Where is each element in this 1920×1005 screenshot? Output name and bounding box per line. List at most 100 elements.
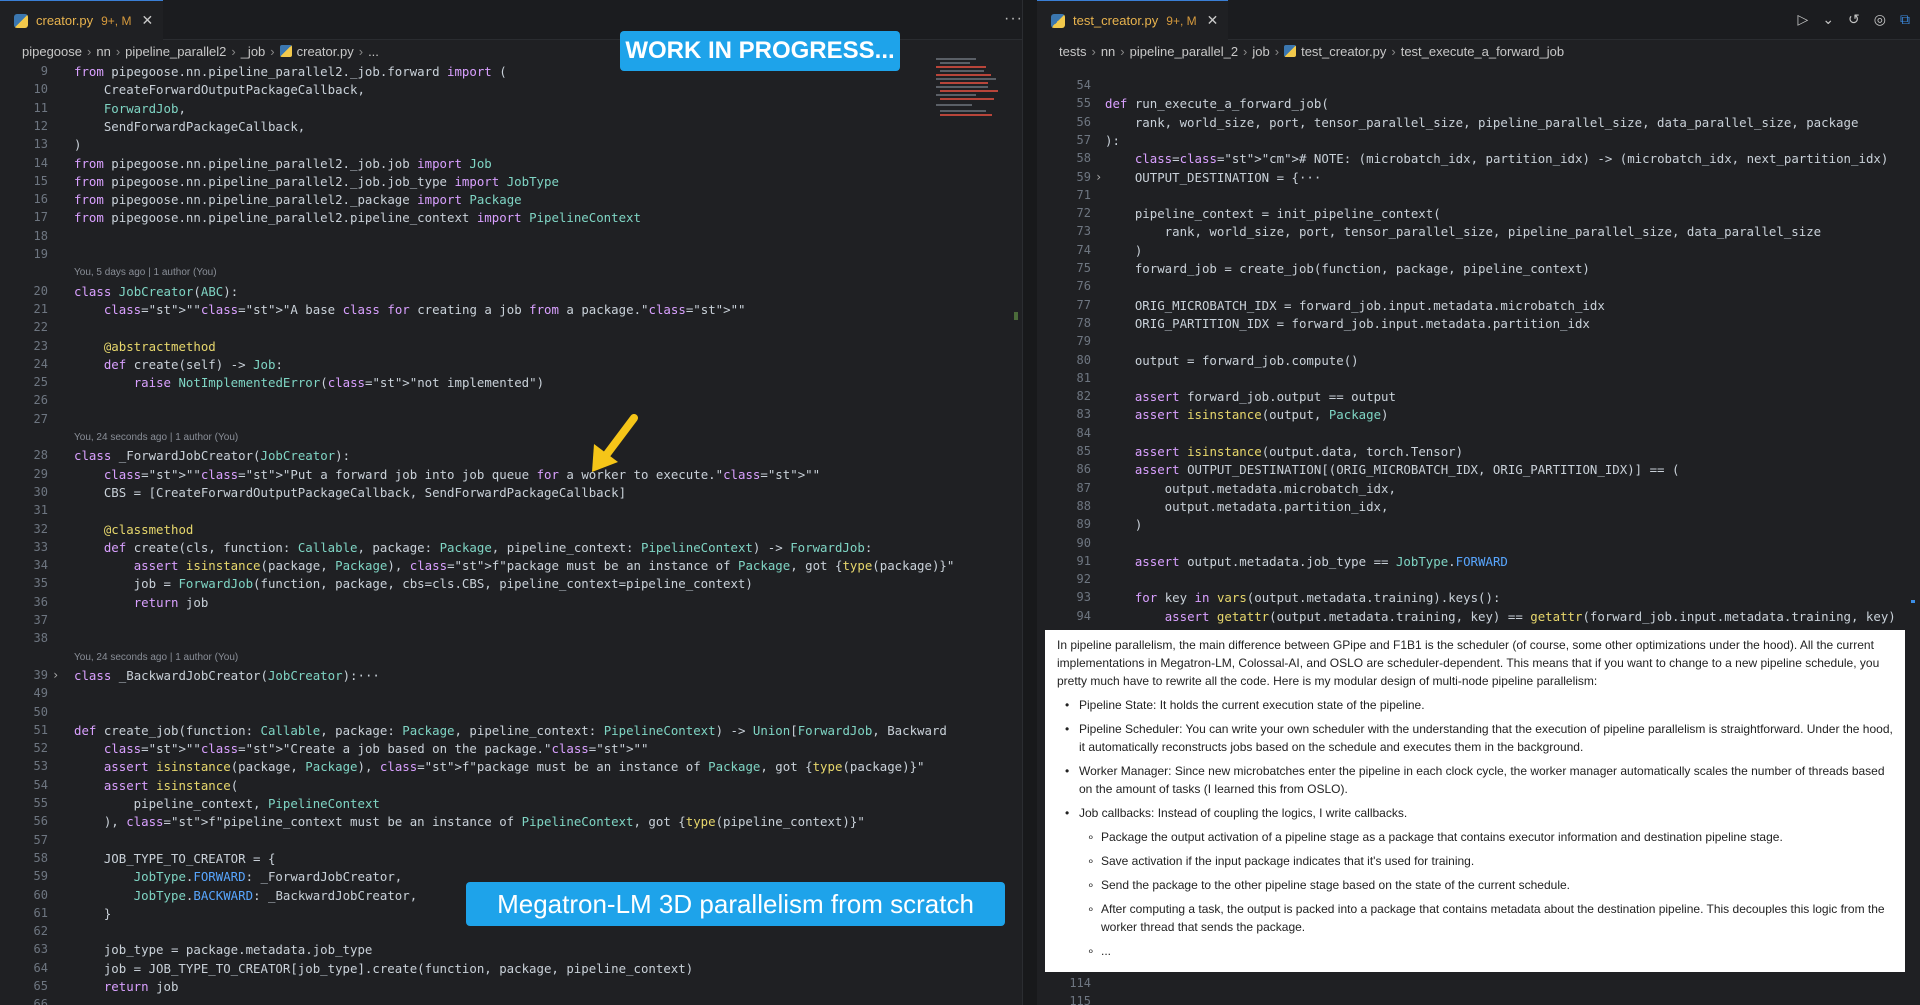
scroll-marker: [1911, 600, 1915, 603]
code-line: @classmethod: [103, 521, 194, 537]
line-number: 79: [1076, 334, 1091, 349]
code-line: ): [1105, 517, 1143, 533]
line-number: 114: [1069, 976, 1091, 990]
line-number: 60: [33, 887, 48, 902]
tab-filename: test_creator.py: [1073, 13, 1159, 28]
line-number: 80: [1076, 352, 1091, 367]
line-number: 27: [33, 411, 48, 426]
close-icon[interactable]: ✕: [1207, 12, 1219, 29]
code-line: assert isinstance(output.data, torch.Ten…: [1134, 444, 1464, 459]
breadcrumb-item[interactable]: test_creator.py: [1301, 44, 1386, 59]
code-line: }: [74, 905, 112, 921]
breadcrumb-separator: ›: [1120, 43, 1125, 59]
code-line: ORIG_PARTITION_IDX = forward_job.input.m…: [1105, 315, 1590, 331]
line-number: 84: [1076, 425, 1091, 440]
line-number: 10: [33, 82, 48, 97]
line-number: 50: [33, 704, 48, 719]
line-number: 63: [33, 942, 48, 957]
line-number: 62: [33, 924, 48, 939]
run-icon[interactable]: ▷: [1798, 11, 1809, 28]
line-number: 86: [1076, 462, 1091, 477]
line-number: 85: [1076, 444, 1091, 458]
note-sub-bullet: Send the package to the other pipeline s…: [1079, 876, 1893, 894]
code-line: from pipegoose.nn.pipeline_parallel2._jo…: [74, 173, 559, 189]
line-number: 64: [33, 960, 48, 975]
minimap[interactable]: [936, 56, 1016, 156]
line-number: 13: [33, 137, 48, 152]
breadcrumb-item[interactable]: job: [1252, 44, 1269, 59]
code-line: forward_job = create_job(function, packa…: [1105, 261, 1590, 276]
line-number: 58: [1076, 151, 1091, 166]
line-number: 66: [33, 997, 48, 1005]
code-line: class _ForwardJobCreator(JobCreator):: [74, 448, 351, 464]
line-number: 76: [1076, 279, 1091, 294]
code-line: ):: [1105, 132, 1120, 148]
line-number: 78: [1076, 315, 1091, 330]
breadcrumb-item[interactable]: test_execute_a_forward_job: [1401, 44, 1564, 59]
close-icon[interactable]: ✕: [141, 12, 153, 29]
line-number: 73: [1076, 224, 1091, 239]
line-number: 49: [33, 686, 48, 701]
code-line: output.metadata.partition_idx,: [1105, 498, 1389, 514]
editor-group-divider[interactable]: [1022, 0, 1037, 1005]
arrow-icon: [592, 414, 638, 472]
code-line: CreateForwardOutputPackageCallback,: [74, 82, 365, 98]
left-editor-pane: creator.py 9+, M ✕ ··· pipegoose › nn › pipe…: [0, 0, 1022, 1005]
line-number: 38: [33, 631, 48, 646]
line-number: 54: [1076, 78, 1091, 92]
history-icon[interactable]: ↺: [1848, 11, 1860, 28]
code-line: return job: [103, 979, 179, 994]
scroll-marker: [1014, 312, 1018, 320]
line-number: 53: [33, 759, 48, 774]
line-number: 9: [40, 64, 48, 78]
breadcrumb-item[interactable]: pipegoose: [22, 44, 82, 59]
split-editor-icon[interactable]: ⧉: [1900, 11, 1910, 28]
line-number: 82: [1076, 389, 1091, 404]
line-number: 58: [33, 850, 48, 865]
editor-actions: ▷ ⌄ ↺ ◎ ⧉: [1798, 11, 1910, 28]
line-number: 115: [1069, 994, 1091, 1005]
line-number: 33: [33, 539, 48, 554]
tab-creator-py[interactable]: creator.py 9+, M ✕: [0, 0, 164, 40]
code-line: assert OUTPUT_DESTINATION[(ORIG_MICROBAT…: [1134, 462, 1680, 478]
fold-chevron-icon[interactable]: ›: [1095, 170, 1102, 184]
tab-test-creator-py[interactable]: test_creator.py 9+, M ✕: [1037, 0, 1229, 40]
breadcrumb-item[interactable]: ...: [368, 44, 379, 59]
breadcrumb-item[interactable]: pipeline_parallel2: [125, 44, 226, 59]
code-line: class="st">""class="st">"Put a forward j…: [103, 466, 821, 482]
breadcrumb-item[interactable]: _job: [241, 44, 266, 59]
line-number: 72: [1076, 206, 1091, 221]
line-number: 35: [33, 576, 48, 591]
line-number: 92: [1076, 572, 1091, 587]
code-line: OUTPUT_DESTINATION = {···: [1105, 169, 1322, 185]
line-number: 88: [1076, 498, 1091, 513]
code-line: def create(self) -> Job:: [103, 356, 283, 372]
breadcrumb-item[interactable]: tests: [1059, 44, 1086, 59]
code-line: assert isinstance(package, Package), cla…: [133, 558, 955, 574]
breadcrumb-item[interactable]: pipeline_parallel_2: [1130, 44, 1238, 59]
more-actions-icon[interactable]: ···: [1004, 10, 1022, 28]
breadcrumb-item[interactable]: nn: [96, 44, 110, 59]
chevron-down-icon[interactable]: ⌄: [1822, 11, 1834, 28]
code-line: class=class="st">"cm"># NOTE: (microbatc…: [1134, 151, 1889, 167]
line-number: 87: [1076, 480, 1091, 495]
tab-status: 9+, M: [101, 13, 132, 28]
code-line: output.metadata.microbatch_idx,: [1105, 480, 1396, 496]
line-number: 93: [1076, 590, 1091, 605]
line-number: 37: [33, 613, 48, 627]
breadcrumb-item[interactable]: nn: [1101, 44, 1115, 59]
line-number: 81: [1076, 370, 1091, 385]
code-line: output = forward_job.compute(): [1105, 352, 1359, 368]
compare-changes-icon[interactable]: ◎: [1874, 11, 1886, 28]
breadcrumb-item[interactable]: creator.py: [297, 44, 354, 59]
breadcrumb-separator: ›: [87, 43, 92, 59]
breadcrumb-separator: ›: [270, 43, 275, 59]
line-number: 17: [33, 210, 48, 225]
fold-chevron-icon[interactable]: ›: [52, 668, 59, 682]
note-bullet: Pipeline Scheduler: You can write your o…: [1057, 720, 1893, 756]
code-line: ForwardJob,: [103, 100, 186, 116]
line-number: 57: [1076, 132, 1091, 147]
code-line: ): [1105, 242, 1143, 258]
code-line: assert getattr(output.metadata.training,…: [1164, 608, 1896, 624]
description-note: In pipeline parallelism, the main differ…: [1045, 630, 1905, 972]
